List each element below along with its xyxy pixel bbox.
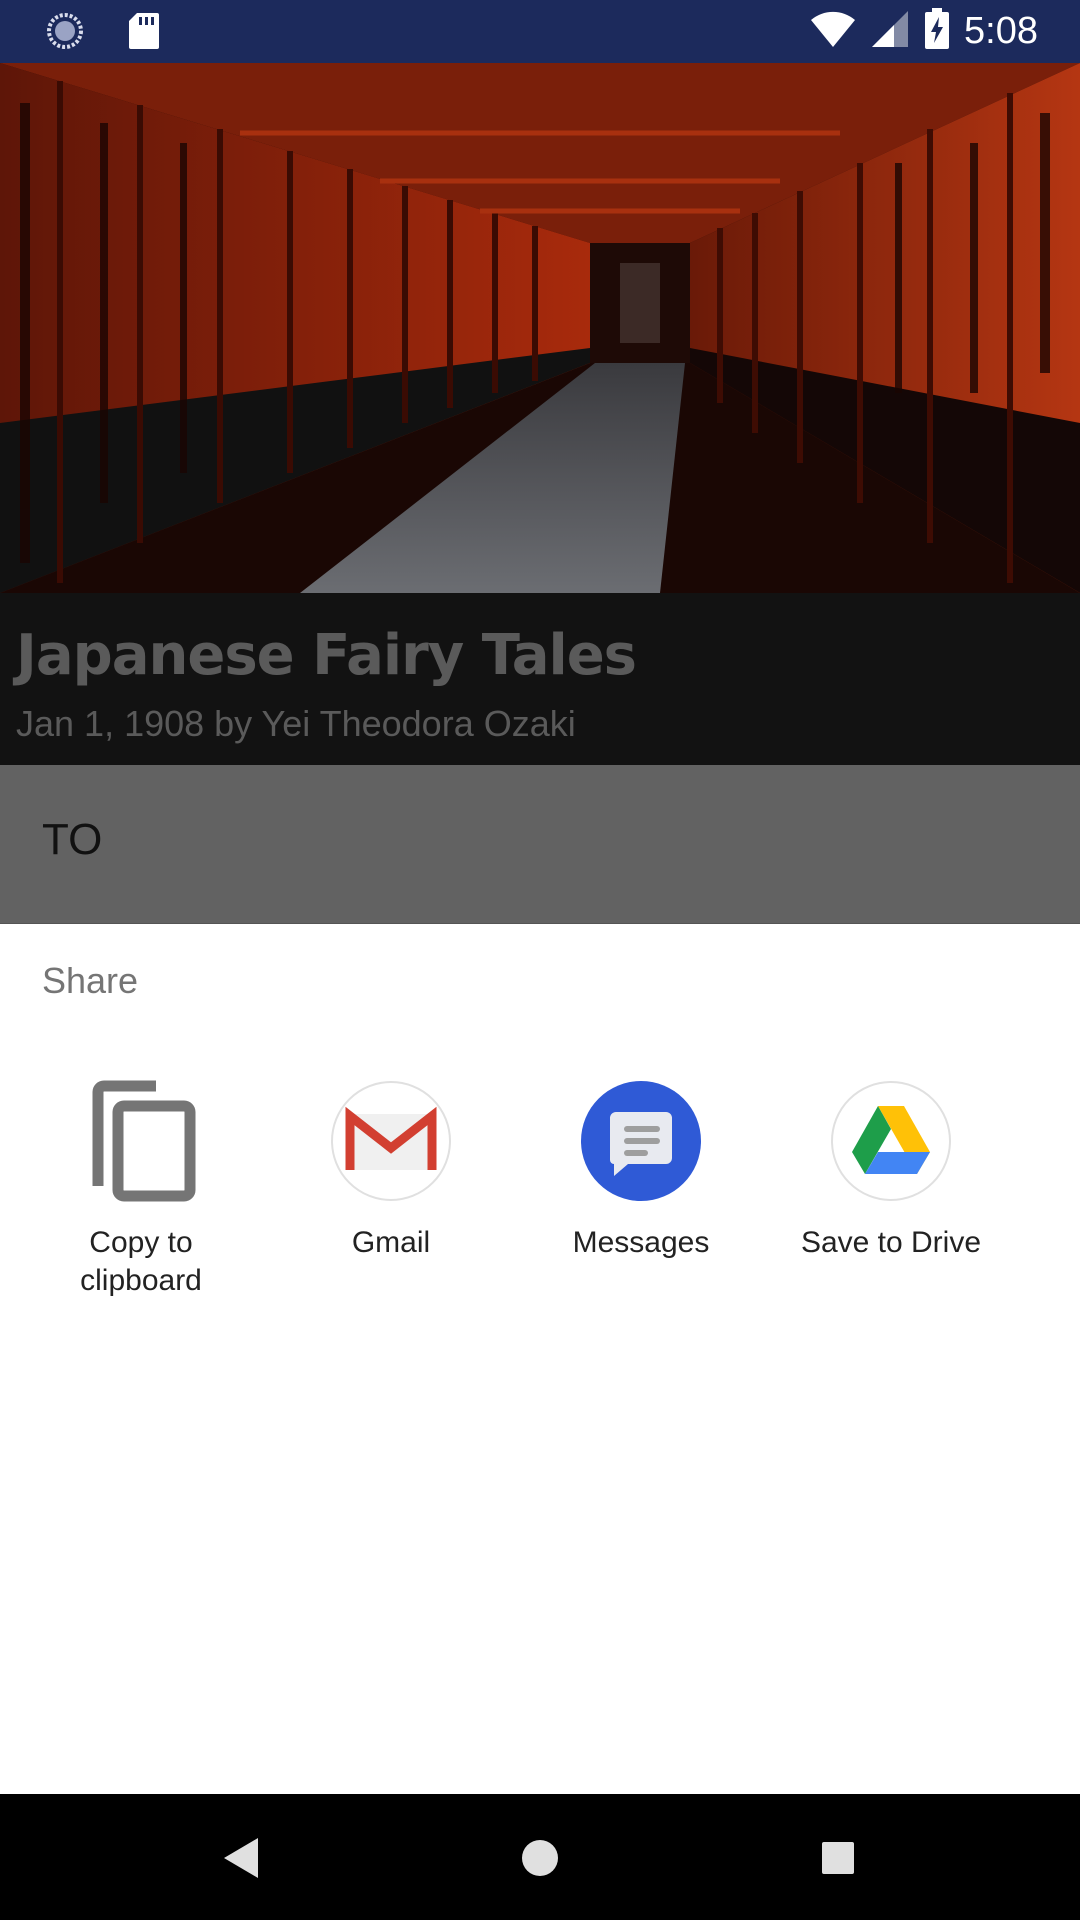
back-icon[interactable] <box>214 1830 270 1886</box>
sync-icon <box>46 12 84 55</box>
share-target-label: Gmail <box>351 1226 431 1259</box>
book-title: Japanese Fairy Tales <box>16 623 637 688</box>
share-target-label: Messages <box>572 1226 710 1259</box>
home-icon[interactable] <box>512 1830 568 1886</box>
battery-charging-icon <box>924 8 950 55</box>
share-sheet-title: Share <box>42 960 139 1001</box>
sd-card-icon <box>128 12 160 55</box>
book-content-item[interactable]: TO <box>0 765 1080 924</box>
recents-icon[interactable] <box>810 1830 866 1886</box>
book-subtitle: Jan 1, 1908 by Yei Theodora Ozaki <box>16 703 576 744</box>
signal-icon <box>870 9 910 54</box>
gmail-icon <box>330 1080 452 1202</box>
content-text: TO <box>42 815 103 864</box>
share-sheet: Share Copy to clipboard Gmail Messages S… <box>0 924 1080 1794</box>
share-targets: Copy to clipboard Gmail Messages Save to… <box>0 1080 1080 1300</box>
wifi-icon <box>810 9 856 54</box>
share-target-label: Copy to clipboard <box>80 1226 202 1297</box>
drive-icon <box>830 1080 952 1202</box>
share-target-copy-to-clipboard[interactable]: Copy to clipboard <box>16 1080 266 1300</box>
book-cover-image <box>0 63 1080 593</box>
share-target-save-to-drive[interactable]: Save to Drive <box>766 1080 1016 1300</box>
status-time: 5:08 <box>964 10 1038 52</box>
share-target-label: Save to Drive <box>800 1226 982 1259</box>
navigation-bar <box>0 1794 1080 1920</box>
messages-icon <box>580 1080 702 1202</box>
status-bar: 5:08 <box>0 0 1080 63</box>
copy-icon <box>80 1080 202 1202</box>
share-target-gmail[interactable]: Gmail <box>266 1080 516 1300</box>
book-header: Japanese Fairy Tales Jan 1, 1908 by Yei … <box>0 593 1080 765</box>
share-target-messages[interactable]: Messages <box>516 1080 766 1300</box>
